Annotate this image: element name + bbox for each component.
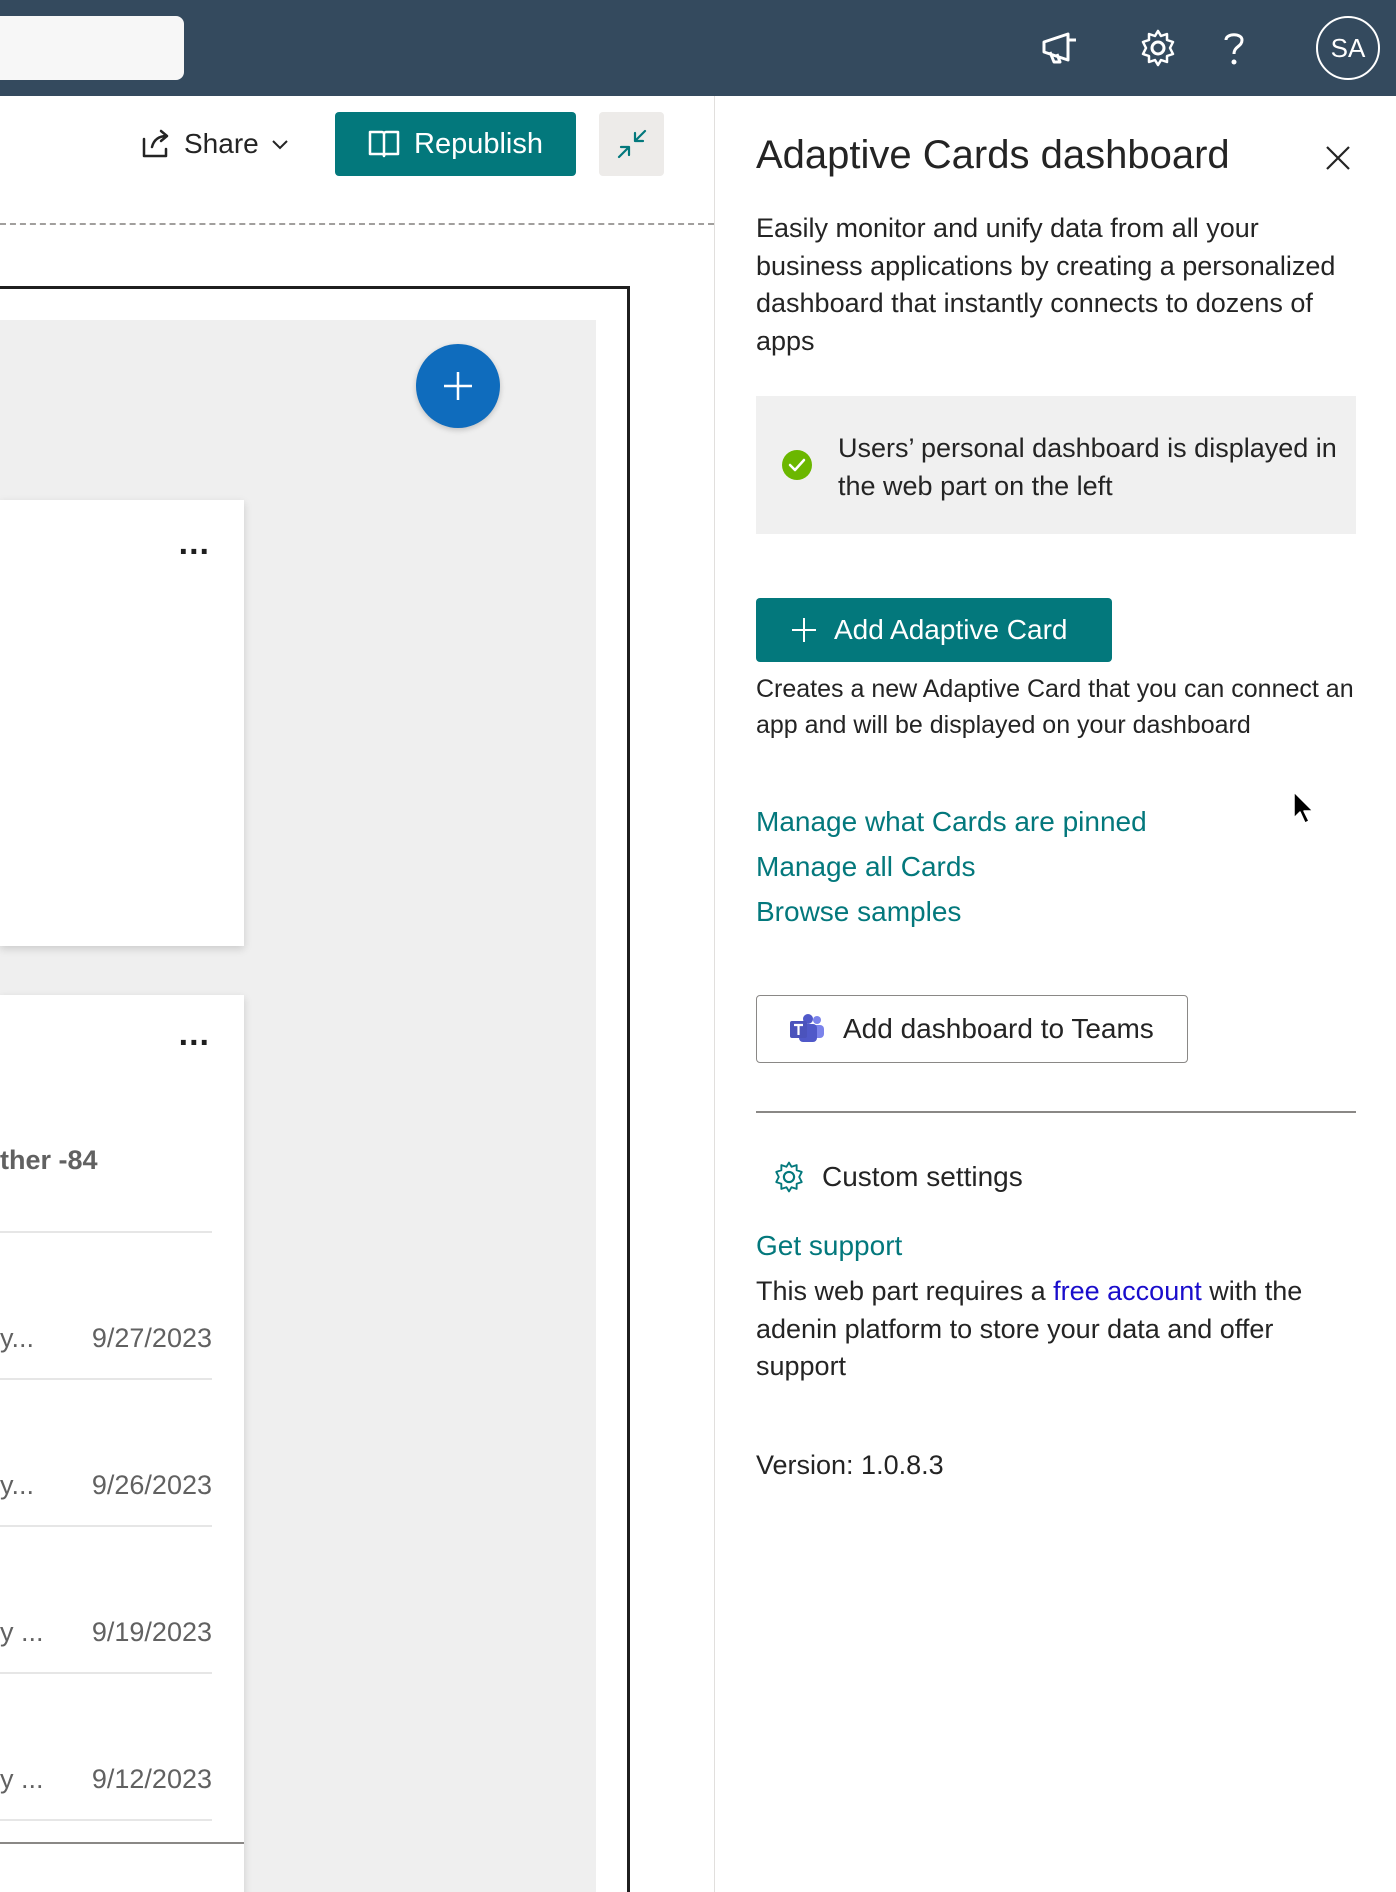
manage-all-cards-link[interactable]: Manage all Cards xyxy=(756,851,975,883)
manage-pinned-cards-link[interactable]: Manage what Cards are pinned xyxy=(756,806,1147,838)
list-item-text: y ... xyxy=(0,1617,44,1647)
add-dashboard-to-teams-button[interactable]: Add dashboard to Teams xyxy=(756,995,1188,1063)
list-item[interactable]: y ... 9/19/2023 xyxy=(0,1525,212,1672)
support-text-before: This web part requires a xyxy=(756,1276,1054,1306)
plus-icon xyxy=(792,618,816,642)
version-label: Version: 1.0.8.3 xyxy=(756,1450,944,1480)
browse-samples-link[interactable]: Browse samples xyxy=(756,896,961,928)
help-icon[interactable] xyxy=(1206,20,1262,76)
get-support-link[interactable]: Get support xyxy=(756,1230,902,1262)
checkmark-circle-icon xyxy=(782,450,812,480)
suite-bar: SA xyxy=(0,0,1396,96)
dashboard-card: ... ther -84 y... 9/27/2023 y... 9/26/20… xyxy=(0,995,244,1892)
section-divider xyxy=(0,223,714,225)
share-button[interactable]: Share xyxy=(140,122,289,166)
megaphone-icon[interactable] xyxy=(1032,20,1088,76)
list-item[interactable]: y ... 9/12/2023 xyxy=(0,1672,212,1819)
free-account-link[interactable]: free account xyxy=(1053,1276,1202,1306)
close-icon xyxy=(1326,146,1350,170)
list-item-date: 9/12/2023 xyxy=(91,1764,212,1794)
dashboard-card: ... xyxy=(0,500,244,946)
list-item[interactable]: y... 9/26/2023 xyxy=(0,1378,212,1525)
add-adaptive-card-label: Add Adaptive Card xyxy=(834,614,1068,645)
add-card-fab[interactable] xyxy=(416,344,500,428)
property-panel xyxy=(714,96,1396,1892)
status-message-text: Users’ personal dashboard is displayed i… xyxy=(838,433,1337,501)
custom-settings-label: Custom settings xyxy=(822,1161,1023,1192)
panel-divider xyxy=(756,1111,1356,1113)
card-summary: ther -84 xyxy=(0,1145,98,1175)
collapse-button[interactable] xyxy=(599,112,664,176)
republish-label: Republish xyxy=(414,127,543,160)
teams-icon xyxy=(790,1014,824,1042)
republish-button[interactable]: Republish xyxy=(335,112,576,176)
add-adaptive-card-button[interactable]: Add Adaptive Card xyxy=(756,598,1112,662)
card-divider xyxy=(0,1842,244,1844)
chevron-down-icon xyxy=(272,140,288,150)
list-item[interactable]: y... 9/27/2023 xyxy=(0,1231,212,1378)
avatar-initials: SA xyxy=(1330,32,1366,63)
list-item-text: y... xyxy=(0,1323,35,1353)
list-item-date: 9/26/2023 xyxy=(91,1470,212,1500)
mouse-cursor-icon xyxy=(1293,791,1314,824)
add-card-description: Creates a new Adaptive Card that you can… xyxy=(756,675,1354,739)
card-menu-button[interactable]: ... xyxy=(179,526,210,560)
list-item-text: y ... xyxy=(0,1764,44,1794)
row-divider xyxy=(0,1819,212,1821)
card-menu-button[interactable]: ... xyxy=(179,1017,210,1051)
panel-description: Easily monitor and unify data from all y… xyxy=(756,213,1336,356)
close-button[interactable] xyxy=(1322,142,1354,174)
add-dashboard-to-teams-label: Add dashboard to Teams xyxy=(843,1013,1154,1044)
gear-icon xyxy=(775,1161,803,1193)
panel-title: Adaptive Cards dashboard xyxy=(756,133,1230,177)
list-item-date: 9/19/2023 xyxy=(91,1617,212,1647)
list-item-text: y... xyxy=(0,1470,35,1500)
search-input[interactable] xyxy=(0,16,184,80)
collapse-icon xyxy=(617,129,646,159)
plus-icon xyxy=(444,372,472,400)
avatar[interactable]: SA xyxy=(1316,16,1380,80)
gear-icon[interactable] xyxy=(1130,20,1186,76)
support-description: This web part requires a free account wi… xyxy=(756,1273,1356,1386)
share-icon xyxy=(142,129,169,158)
status-message: Users’ personal dashboard is displayed i… xyxy=(756,396,1356,534)
custom-settings-button[interactable]: Custom settings xyxy=(772,1160,1023,1194)
share-label: Share xyxy=(184,128,259,159)
book-icon xyxy=(368,130,400,158)
list-item-date: 9/27/2023 xyxy=(91,1323,212,1353)
